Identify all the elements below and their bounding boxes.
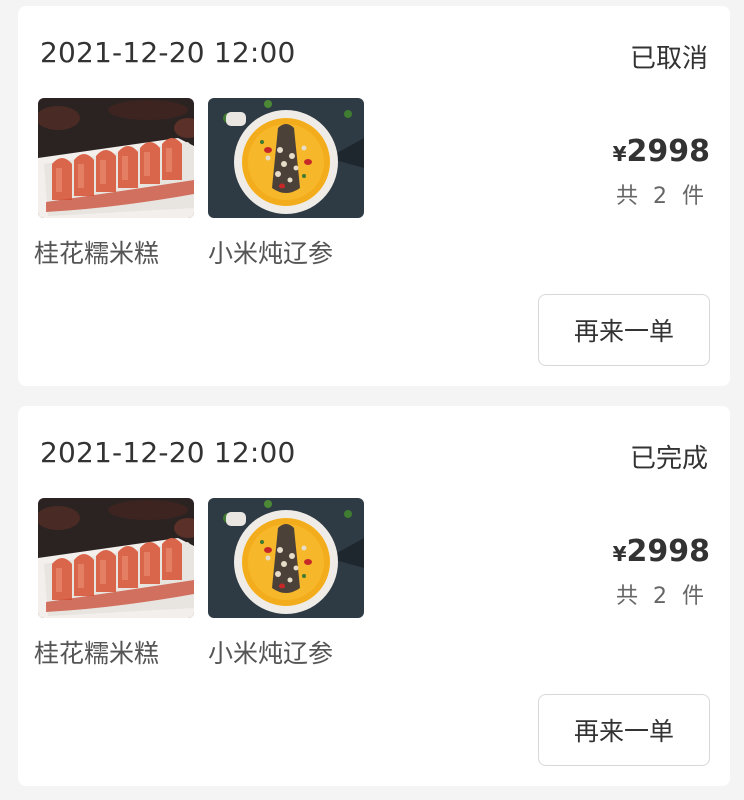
reorder-button[interactable]: 再来一单: [538, 694, 710, 766]
order-card[interactable]: 2021-12-20 12:00 已完成 桂花糯米糕 小米炖辽参 ¥2998 共…: [18, 406, 730, 786]
dish-name: 桂花糯米糕: [34, 639, 160, 668]
item-count: 共 2 件: [616, 584, 708, 609]
order-datetime: 2021-12-20 12:00: [40, 36, 296, 69]
dish-image-osmanthus-rice-cake[interactable]: [38, 98, 194, 218]
order-list: 2021-12-20 12:00 已取消 桂花糯米糕 小米炖辽参 ¥2998 共…: [0, 0, 744, 800]
dish-image-osmanthus-rice-cake[interactable]: [38, 498, 194, 618]
order-datetime: 2021-12-20 12:00: [40, 436, 296, 469]
price-amount: 2998: [626, 534, 711, 569]
dish-name: 桂花糯米糕: [34, 239, 160, 268]
order-price: ¥2998: [613, 534, 710, 569]
price-amount: 2998: [626, 134, 711, 169]
order-card[interactable]: 2021-12-20 12:00 已取消 桂花糯米糕 小米炖辽参 ¥2998 共…: [18, 6, 730, 386]
dish-name: 小米炖辽参: [208, 639, 334, 668]
currency-symbol: ¥: [612, 542, 627, 566]
dish-name: 小米炖辽参: [208, 239, 334, 268]
currency-symbol: ¥: [612, 142, 627, 166]
dish-image-millet-sea-cucumber[interactable]: [208, 498, 364, 618]
reorder-button[interactable]: 再来一单: [538, 294, 710, 366]
dish-image-millet-sea-cucumber[interactable]: [208, 98, 364, 218]
order-price: ¥2998: [613, 134, 710, 169]
item-count: 共 2 件: [616, 184, 708, 209]
order-status: 已完成: [629, 444, 708, 474]
order-status: 已取消: [629, 44, 708, 74]
